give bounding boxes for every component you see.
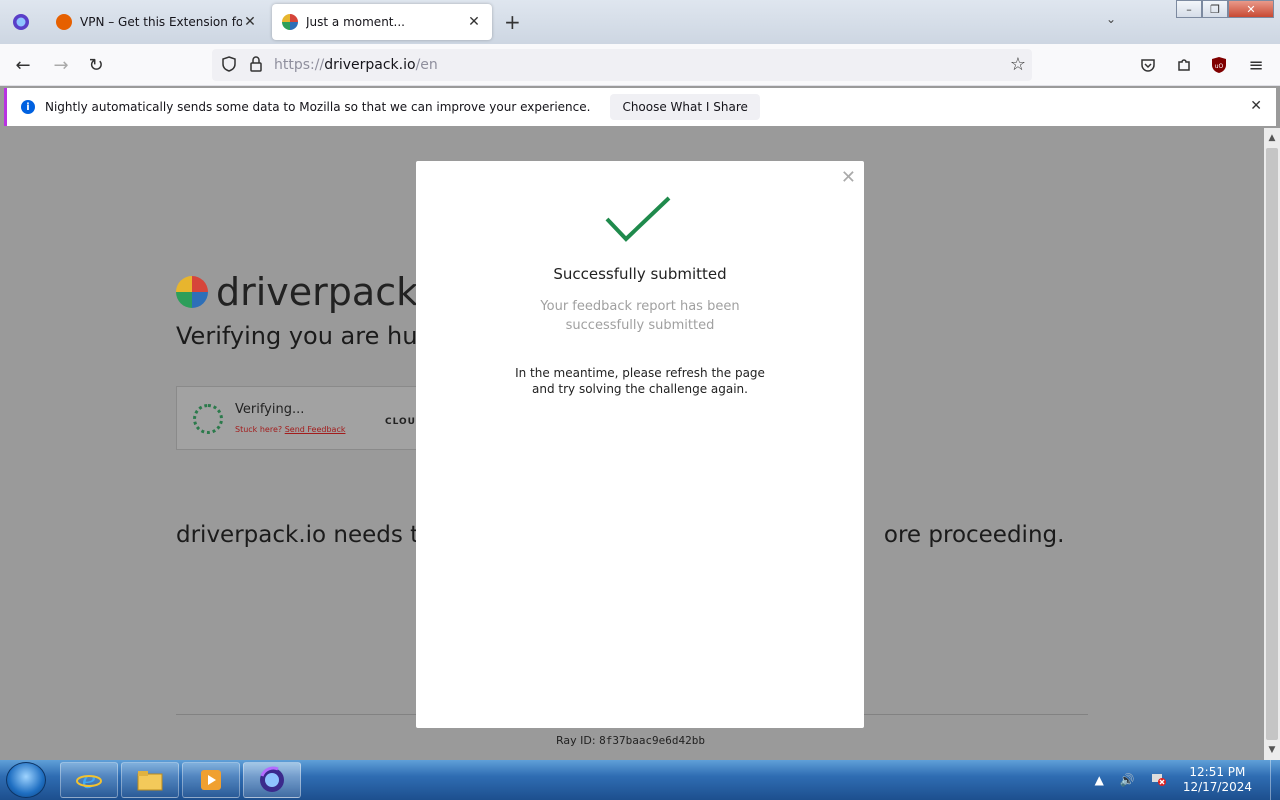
modal-title: Successfully submitted — [553, 265, 727, 283]
feedback-success-modal: ✕ Successfully submitted Your feedback r… — [416, 161, 864, 728]
bookmark-star-icon[interactable]: ☆ — [1010, 54, 1026, 75]
url-text[interactable]: https://driverpack.io/en — [274, 57, 438, 73]
turnstile-status: Verifying... — [235, 402, 305, 417]
notification-message: Nightly automatically sends some data to… — [45, 100, 591, 114]
checkmark-icon — [604, 195, 672, 249]
restore-button[interactable]: ❐ — [1202, 0, 1228, 18]
page-heading: Verifying you are huma — [176, 322, 456, 350]
tab-strip: VPN – Get this Extension for 🦋 ✕ Just a … — [0, 0, 1280, 44]
scroll-down-icon[interactable]: ▼ — [1264, 742, 1280, 758]
window-controls: – ❐ ✕ — [1176, 0, 1274, 18]
ublock-origin-icon[interactable]: uO — [1206, 52, 1232, 78]
volume-icon[interactable]: 🔊 — [1120, 773, 1135, 787]
minimize-button[interactable]: – — [1176, 0, 1202, 18]
driverpack-logo-icon — [176, 276, 208, 308]
ray-id-value: 8f37baac9e6d42bb — [599, 734, 706, 747]
hamburger-menu-icon[interactable]: ≡ — [1243, 52, 1269, 78]
close-notification-icon[interactable]: ✕ — [1250, 98, 1262, 114]
firefox-favicon-icon — [56, 14, 72, 30]
ray-label: Ray ID: — [556, 734, 596, 747]
close-tab-icon[interactable]: ✕ — [466, 14, 482, 30]
svg-text:uO: uO — [1215, 63, 1224, 70]
tab-title: Just a moment... — [306, 15, 405, 29]
tab-just-a-moment[interactable]: Just a moment... ✕ — [272, 4, 492, 40]
clock-time: 12:51 PM — [1189, 765, 1246, 779]
close-window-button[interactable]: ✕ — [1228, 0, 1274, 18]
system-tray: ▲ 🔊 12:51 PM 12/17/2024 — [1095, 760, 1280, 800]
tab-vpn-extension[interactable]: VPN – Get this Extension for 🦋 ✕ — [46, 4, 268, 40]
internet-explorer-taskbar-icon[interactable]: e — [60, 762, 118, 798]
url-bar[interactable]: https://driverpack.io/en ☆ — [212, 49, 1032, 81]
driverpack-favicon-icon — [282, 14, 298, 30]
clock[interactable]: 12:51 PM 12/17/2024 — [1183, 765, 1252, 795]
svg-text:e: e — [82, 767, 96, 793]
lock-icon[interactable] — [248, 55, 264, 77]
notice-left: driverpack.io needs to — [176, 522, 434, 548]
url-path: /en — [415, 57, 438, 73]
notice-right: ore proceeding. — [883, 522, 1065, 548]
firefox-nightly-taskbar-icon[interactable] — [243, 762, 301, 798]
tab-title: VPN – Get this Extension for 🦋 — [80, 15, 242, 29]
windows-taskbar: e ▲ 🔊 12:51 PM 12/17/2024 — [0, 760, 1280, 800]
choose-what-i-share-button[interactable]: Choose What I Share — [610, 94, 760, 120]
extensions-puzzle-icon[interactable] — [1171, 52, 1197, 78]
new-tab-button[interactable]: + — [504, 10, 521, 34]
stuck-text: Stuck here? Send Feedback — [235, 425, 345, 434]
list-all-tabs-icon[interactable]: ⌄ — [1106, 12, 1116, 26]
network-error-icon[interactable] — [1151, 771, 1167, 790]
url-scheme: https:// — [274, 57, 325, 73]
media-player-taskbar-icon[interactable] — [182, 762, 240, 798]
modal-subtitle: Your feedback report has been successful… — [540, 299, 740, 333]
back-button[interactable]: ← — [10, 52, 36, 78]
close-modal-icon[interactable]: ✕ — [841, 167, 856, 188]
scroll-up-icon[interactable]: ▲ — [1264, 130, 1280, 146]
scroll-thumb[interactable] — [1266, 148, 1278, 740]
url-host: driverpack.io — [324, 57, 416, 73]
close-tab-icon[interactable]: ✕ — [242, 14, 258, 30]
info-icon: i — [21, 100, 35, 114]
data-reporting-notification: i Nightly automatically sends some data … — [4, 88, 1276, 126]
clock-date: 12/17/2024 — [1182, 780, 1252, 794]
file-explorer-taskbar-icon[interactable] — [121, 762, 179, 798]
cloudflare-brand: CLOU — [385, 417, 416, 427]
show-hidden-icons-icon[interactable]: ▲ — [1095, 773, 1104, 787]
ray-id: Ray ID: 8f37baac9e6d42bb — [556, 734, 705, 747]
firefox-menu-icon[interactable] — [0, 0, 42, 44]
navigation-toolbar: ← → ↻ https://driverpack.io/en ☆ uO ≡ — [0, 44, 1280, 86]
reload-button[interactable]: ↻ — [83, 52, 109, 78]
start-button[interactable] — [6, 762, 46, 798]
tracking-protection-shield-icon[interactable] — [220, 55, 238, 77]
show-desktop-button[interactable] — [1270, 760, 1280, 800]
pocket-icon[interactable] — [1135, 52, 1161, 78]
stuck-label: Stuck here? — [235, 425, 283, 434]
modal-note: In the meantime, please refresh the page… — [515, 366, 765, 396]
send-feedback-link[interactable]: Send Feedback — [285, 425, 346, 434]
vertical-scrollbar[interactable]: ▲ ▼ — [1264, 128, 1280, 760]
loading-spinner-icon — [193, 404, 223, 434]
forward-button[interactable]: → — [48, 52, 74, 78]
